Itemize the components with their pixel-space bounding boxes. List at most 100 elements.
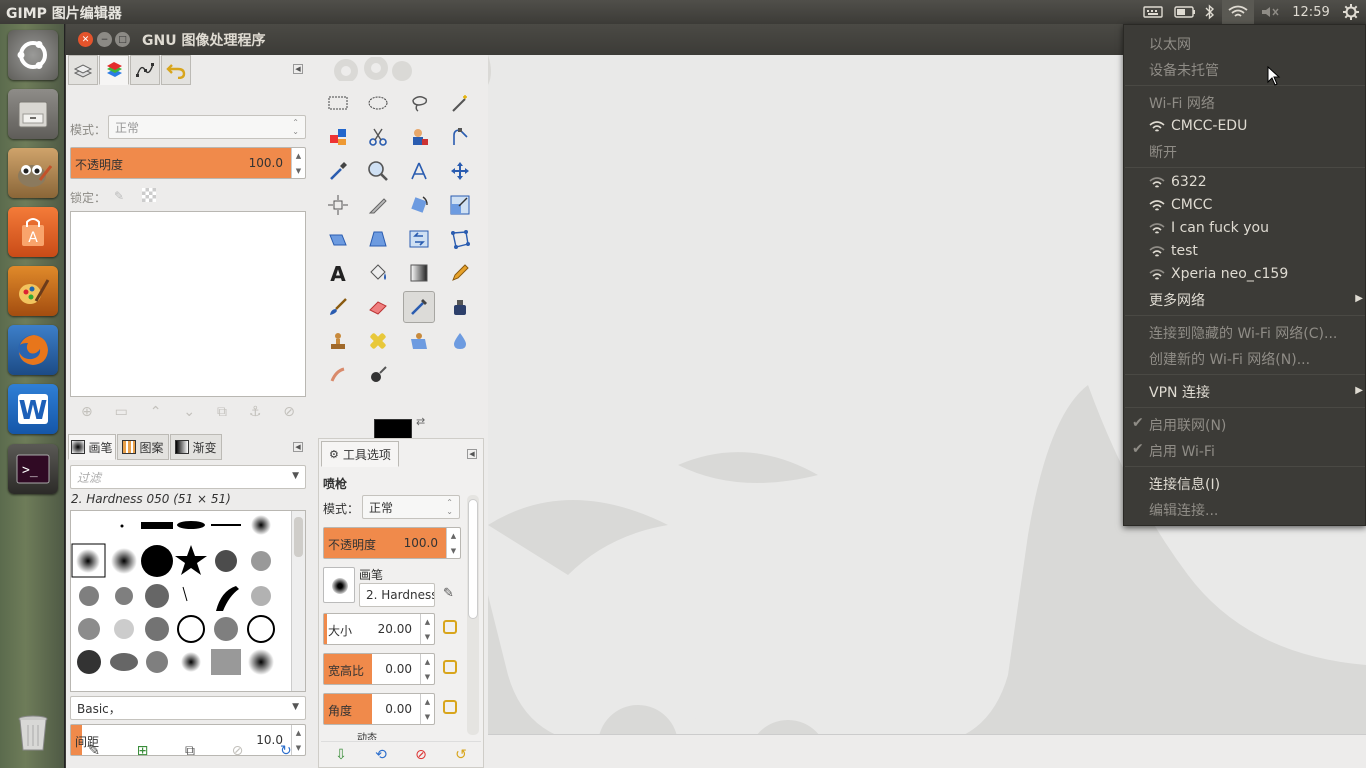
flip-tool[interactable] <box>403 223 435 255</box>
brush-filter-input[interactable]: 过滤 ▼ <box>70 465 306 489</box>
close-button[interactable]: ✕ <box>78 32 93 47</box>
menu-enable-wifi[interactable]: 启用 Wi-Fi <box>1149 441 1215 461</box>
tool-opacity-slider[interactable]: 不透明度 100.0 ▲ ▼ <box>323 527 461 559</box>
menu-connect-hidden-wifi[interactable]: 连接到隐藏的 Wi-Fi 网络(C)... <box>1149 323 1337 343</box>
tab-undo-history[interactable] <box>161 55 191 85</box>
tab-gradients[interactable]: 渐变 <box>170 434 222 460</box>
brush-preset-select[interactable]: Basic， ▼ <box>70 696 306 720</box>
menu-network-cmcc-edu[interactable]: CMCC-EDU <box>1149 118 1247 134</box>
bucket-fill-tool[interactable] <box>362 257 394 289</box>
delete-layer-icon[interactable]: ⊘ <box>283 404 295 420</box>
dock-menu-button[interactable]: ◀ <box>293 64 303 74</box>
rotate-tool[interactable] <box>403 189 435 221</box>
tab-patterns[interactable]: 图案 <box>117 434 169 460</box>
size-spinner[interactable]: ▲ ▼ <box>420 614 434 644</box>
brush-name-input[interactable]: 2. Hardness 0 <box>359 583 435 607</box>
launcher-gimp[interactable] <box>8 148 58 198</box>
text-tool[interactable]: A <box>322 257 354 289</box>
menu-edit-connections[interactable]: 编辑连接... <box>1149 500 1218 520</box>
cage-transform-tool[interactable] <box>444 223 476 255</box>
keyboard-indicator[interactable] <box>1139 0 1167 24</box>
crop-tool[interactable] <box>362 189 394 221</box>
paths-tool[interactable] <box>444 121 476 153</box>
reset-aspect-icon[interactable] <box>443 660 457 674</box>
duplicate-layer-icon[interactable]: ⧉ <box>217 404 227 420</box>
color-picker-tool[interactable] <box>322 155 354 187</box>
save-options-icon[interactable]: ⇩ <box>335 747 347 763</box>
rect-select-tool[interactable] <box>322 87 354 119</box>
layer-mode-select[interactable]: 正常 ⌃ ⌄ <box>108 115 306 139</box>
launcher-paint-app[interactable] <box>8 266 58 316</box>
tool-opacity-spinner[interactable]: ▲ ▼ <box>446 528 460 558</box>
duplicate-brush-icon[interactable]: ⧉ <box>185 743 195 759</box>
new-layer-icon[interactable]: ⊕ <box>81 404 93 420</box>
tab-brushes[interactable]: 画笔 <box>68 434 116 460</box>
tab-channels[interactable] <box>99 55 129 85</box>
select-by-color-tool[interactable] <box>322 121 354 153</box>
brush-grid-scrollbar[interactable] <box>291 511 305 691</box>
scissors-select-tool[interactable] <box>362 121 394 153</box>
menu-network-6322[interactable]: 6322 <box>1149 174 1207 190</box>
refresh-brushes-icon[interactable]: ↻ <box>280 743 292 759</box>
scale-tool[interactable] <box>444 189 476 221</box>
paintbrush-tool[interactable] <box>322 291 354 323</box>
blur-tool[interactable] <box>444 325 476 357</box>
menu-more-networks[interactable]: 更多网络 <box>1149 290 1205 310</box>
lock-pixels-icon[interactable]: ✎ <box>114 189 124 203</box>
measure-tool[interactable] <box>403 155 435 187</box>
edit-brush-icon[interactable]: ✎ <box>443 586 454 601</box>
restore-options-icon[interactable]: ⟲ <box>375 747 387 763</box>
layer-opacity-spinner[interactable]: ▲ ▼ <box>291 148 305 178</box>
menu-create-wifi[interactable]: 创建新的 Wi-Fi 网络(N)... <box>1149 349 1310 369</box>
clone-tool[interactable] <box>322 325 354 357</box>
aspect-spinner[interactable]: ▲ ▼ <box>420 654 434 684</box>
shear-tool[interactable] <box>322 223 354 255</box>
dodge-burn-tool[interactable] <box>362 359 394 391</box>
menu-enable-networking[interactable]: 启用联网(N) <box>1149 415 1226 435</box>
clock[interactable]: 12:59 <box>1288 0 1334 24</box>
align-tool[interactable] <box>322 189 354 221</box>
lower-layer-icon[interactable]: ⌄ <box>183 404 195 420</box>
fuzzy-select-tool[interactable] <box>444 87 476 119</box>
launcher-terminal[interactable]: >_ <box>8 444 58 494</box>
delete-options-icon[interactable]: ⊘ <box>415 747 427 763</box>
move-tool[interactable] <box>444 155 476 187</box>
lock-alpha-icon[interactable] <box>142 188 156 202</box>
minimize-button[interactable]: − <box>97 32 112 47</box>
tool-options-menu-button[interactable]: ◀ <box>467 449 477 459</box>
ink-tool[interactable] <box>444 291 476 323</box>
volume-indicator[interactable] <box>1256 0 1284 24</box>
brush-grid[interactable] <box>70 510 306 692</box>
ellipse-select-tool[interactable] <box>362 87 394 119</box>
blend-tool[interactable] <box>403 257 435 289</box>
maximize-button[interactable]: □ <box>115 32 130 47</box>
layers-list[interactable] <box>70 211 306 397</box>
perspective-tool[interactable] <box>362 223 394 255</box>
launcher-firefox[interactable] <box>8 325 58 375</box>
heal-tool[interactable] <box>362 325 394 357</box>
brush-dock-menu-button[interactable]: ◀ <box>293 442 303 452</box>
new-brush-icon[interactable]: ⊞ <box>137 743 149 759</box>
bluetooth-indicator[interactable] <box>1200 0 1220 24</box>
reset-options-icon[interactable]: ↺ <box>455 747 467 763</box>
network-indicator[interactable] <box>1222 0 1254 24</box>
raise-layer-icon[interactable]: ⌃ <box>150 404 162 420</box>
delete-brush-icon[interactable]: ⊘ <box>232 743 244 759</box>
angle-spinner[interactable]: ▲ ▼ <box>420 694 434 724</box>
battery-indicator[interactable] <box>1170 0 1200 24</box>
launcher-trash[interactable] <box>8 708 58 758</box>
anchor-icon[interactable]: ⚓ <box>249 404 262 420</box>
eraser-tool[interactable] <box>362 291 394 323</box>
reset-size-icon[interactable] <box>443 620 457 634</box>
edit-brush-icon[interactable]: ✎ <box>88 743 100 759</box>
launcher-dash[interactable] <box>8 30 58 80</box>
menu-connection-info[interactable]: 连接信息(I) <box>1149 474 1220 494</box>
free-select-tool[interactable] <box>403 87 435 119</box>
reset-angle-icon[interactable] <box>443 700 457 714</box>
scrollbar-thumb[interactable] <box>294 517 303 557</box>
tool-options-scrollbar[interactable] <box>467 495 479 735</box>
smudge-tool[interactable] <box>322 359 354 391</box>
pencil-tool[interactable] <box>444 257 476 289</box>
launcher-software-center[interactable]: A <box>8 207 58 257</box>
menu-vpn[interactable]: VPN 连接 <box>1149 382 1210 402</box>
